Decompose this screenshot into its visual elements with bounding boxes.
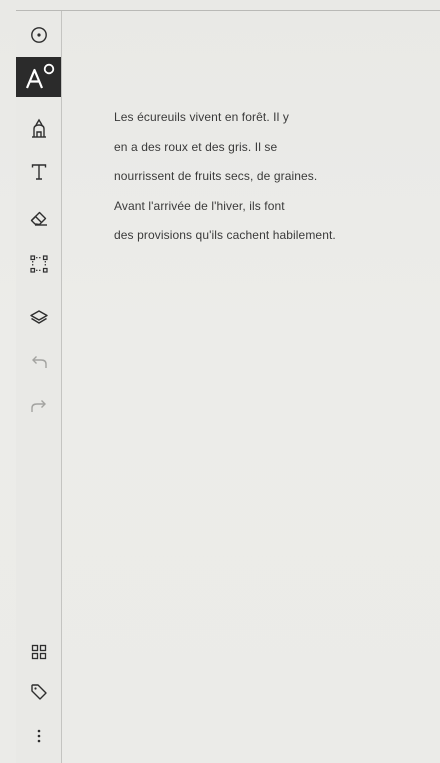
pen-tip-icon	[30, 26, 48, 44]
left-toolbar	[16, 11, 62, 763]
eraser-icon	[29, 209, 49, 227]
text-t-icon	[30, 163, 48, 181]
note-canvas[interactable]: Les écureuils vivent en forêt. Il y en a…	[62, 11, 440, 763]
page-overview-button[interactable]	[16, 635, 61, 669]
eraser-button[interactable]	[16, 201, 61, 235]
text-tool-button[interactable]	[16, 155, 61, 189]
more-vertical-icon	[36, 728, 42, 744]
more-options-button[interactable]	[16, 721, 61, 751]
layers-button[interactable]	[16, 301, 61, 335]
undo-icon	[29, 354, 49, 370]
reader-screen: Les écureuils vivent en forêt. Il y en a…	[0, 0, 440, 763]
text-line: Avant l'arrivée de l'hiver, ils font	[114, 198, 285, 213]
highlighter-button[interactable]	[16, 111, 61, 145]
text-line: nourrissent de fruits secs, de graines.	[114, 169, 318, 183]
handwriting-to-text-button[interactable]	[16, 57, 61, 97]
layers-icon	[29, 309, 49, 327]
redo-button[interactable]	[16, 389, 61, 423]
selection-icon	[29, 254, 49, 274]
text-line: en a des roux et des gris. Il se	[114, 139, 278, 154]
converted-text-block[interactable]: Les écureuils vivent en forêt. Il y en a…	[114, 107, 414, 255]
undo-button[interactable]	[16, 345, 61, 379]
grid-icon	[31, 644, 47, 660]
text-line: Les écureuils vivent en forêt. Il y	[114, 110, 289, 124]
tags-button[interactable]	[16, 675, 61, 709]
redo-icon	[29, 398, 49, 414]
text-line: des provisions qu'ils cachent habilement…	[114, 228, 336, 242]
tag-icon	[30, 683, 48, 701]
pen-tool-button[interactable]	[16, 17, 61, 53]
highlighter-icon	[30, 118, 48, 138]
text-conversion-icon	[22, 62, 56, 92]
lasso-select-button[interactable]	[16, 247, 61, 281]
